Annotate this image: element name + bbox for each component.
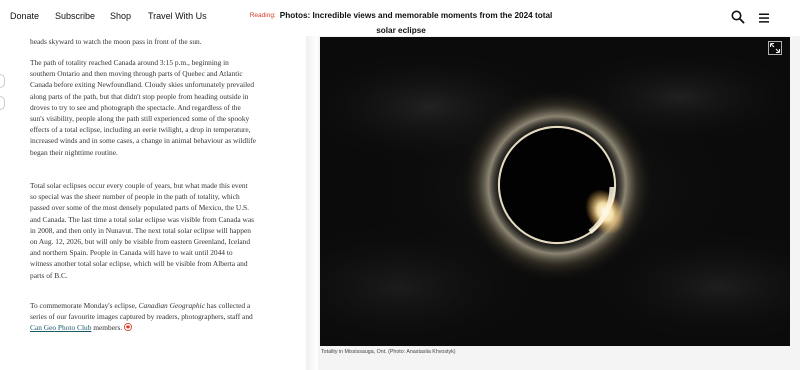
- magazine-name: Canadian Geographic: [138, 301, 205, 310]
- reading-indicator[interactable]: Reading: Photos: Incredible views and mem…: [242, 7, 560, 37]
- article-paragraph: Total solar eclipses occur every couple …: [30, 181, 254, 280]
- nav-shop-link[interactable]: Shop: [110, 11, 131, 21]
- closing-text-start: To commemorate Monday's eclipse,: [30, 301, 137, 310]
- article-column: heads skyward to watch the moon pass in …: [0, 36, 306, 370]
- edge-tab[interactable]: [0, 74, 5, 88]
- nav-donate-link[interactable]: Donate: [10, 11, 39, 21]
- expand-icon[interactable]: [768, 41, 782, 55]
- nav-subscribe-link[interactable]: Subscribe: [55, 11, 95, 21]
- article-paragraph-closing: To commemorate Monday's eclipse, Canadia…: [30, 300, 256, 335]
- photo-caption: Totality in Mississauga, Ont. (Photo: An…: [321, 349, 456, 355]
- article-fragment: heads skyward to watch the moon pass in …: [30, 37, 202, 46]
- article-paragraph: The path of totality reached Canada arou…: [30, 58, 256, 157]
- photo-club-link[interactable]: Can Geo Photo Club: [30, 323, 91, 332]
- closing-text-end: members.: [93, 323, 123, 333]
- reading-label: Reading:: [249, 12, 276, 19]
- edge-tab[interactable]: [0, 96, 5, 110]
- nav-travel-link[interactable]: Travel With Us: [148, 11, 207, 21]
- hamburger-menu-icon[interactable]: [758, 11, 770, 23]
- eclipse-photo[interactable]: [320, 37, 790, 346]
- maple-leaf-icon: [124, 323, 133, 334]
- top-navigation: Donate Subscribe Shop Travel With Us Rea…: [0, 0, 800, 36]
- column-shadow: [306, 36, 318, 370]
- reading-title: Photos: Incredible views and memorable m…: [279, 11, 553, 35]
- search-icon[interactable]: [731, 10, 745, 24]
